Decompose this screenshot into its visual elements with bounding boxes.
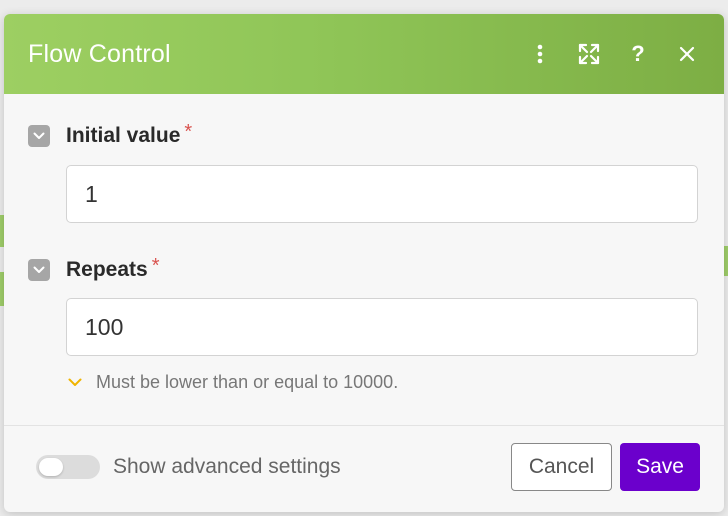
initial-value-label: Initial value <box>66 124 181 147</box>
more-vertical-icon[interactable] <box>527 41 553 67</box>
footer-divider <box>4 425 724 426</box>
close-icon[interactable] <box>674 41 700 67</box>
advanced-settings-toggle[interactable] <box>36 455 100 479</box>
flow-control-modal: Flow Control ? Initial value * 1 Repeats… <box>4 14 724 512</box>
initial-value-text: 1 <box>85 180 98 207</box>
help-glyph: ? <box>631 41 645 66</box>
initial-value-input[interactable]: 1 <box>66 165 698 223</box>
modal-header: Flow Control ? <box>4 14 724 94</box>
background-node <box>724 246 728 276</box>
required-marker: * <box>151 254 160 277</box>
repeats-hint: Must be lower than or equal to 10000. <box>68 372 398 393</box>
initial-value-row: Initial value * <box>28 120 193 148</box>
advanced-settings: Show advanced settings <box>36 455 341 479</box>
modal-title: Flow Control <box>28 39 171 68</box>
required-marker: * <box>184 120 193 143</box>
save-button[interactable]: Save <box>620 443 700 491</box>
cancel-button[interactable]: Cancel <box>511 443 612 491</box>
expand-icon[interactable] <box>576 41 602 67</box>
chevron-down-icon <box>33 266 45 273</box>
chevron-down-icon <box>68 378 82 386</box>
chevron-down-icon <box>33 132 45 139</box>
repeats-input[interactable]: 100 <box>66 298 698 356</box>
repeats-row: Repeats * <box>28 254 160 282</box>
repeats-text: 100 <box>85 313 124 340</box>
header-icons: ? <box>504 14 700 94</box>
repeats-hint-text: Must be lower than or equal to 10000. <box>96 372 399 392</box>
repeats-label: Repeats <box>66 258 148 281</box>
help-icon[interactable]: ? <box>625 41 651 67</box>
collapse-initial-value-toggle[interactable] <box>28 125 50 147</box>
collapse-repeats-toggle[interactable] <box>28 259 50 281</box>
toggle-knob <box>39 458 63 476</box>
advanced-settings-label: Show advanced settings <box>113 455 341 478</box>
